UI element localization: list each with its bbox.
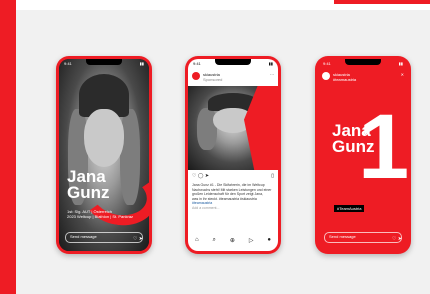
story-info: 1st: Slg. AUT | Österreich 2023 Weltcup … (67, 209, 133, 219)
phone-story-photo: 9:41 ▮▮ Jana Gunz 1st: Slg. AUT | Österr… (56, 56, 152, 254)
battery-icon: ▮▮ (268, 61, 273, 66)
post-actions: ♡ ◯ ➤ ▯ (192, 173, 274, 181)
reply-input[interactable]: Send message (324, 232, 402, 243)
status-time: 9:41 (323, 61, 331, 66)
athlete-last-name: Gunz (332, 137, 375, 156)
info-line-2: 2023 Weltcup | Biathlon | St. Pankraz (67, 214, 134, 219)
send-icon[interactable]: ♡ ➤ (133, 236, 143, 242)
battery-icon: ▮▮ (398, 61, 403, 66)
athlete-first-name: Jana (67, 167, 106, 186)
hashtag-sticker[interactable]: #TeamAustria (334, 205, 365, 212)
phone-screen: 9:41 ▮▮ skiaustria #teamaustria ✕ 1 Jana… (318, 59, 408, 251)
status-bar: 9:41 ▮▮ (188, 59, 278, 69)
comment-icon[interactable]: ◯ (198, 173, 204, 179)
phone-story-red: 9:41 ▮▮ skiaustria #teamaustria ✕ 1 Jana… (315, 56, 411, 254)
home-icon[interactable]: ⌂ (195, 237, 199, 247)
profile-icon[interactable]: ● (267, 237, 271, 247)
like-icon[interactable]: ♡ (192, 173, 196, 179)
comment-input[interactable]: Add a comment... (192, 206, 274, 211)
send-icon[interactable]: ♡ ➤ (392, 236, 402, 242)
reels-icon[interactable]: ▷ (249, 237, 254, 247)
status-time: 9:41 (193, 61, 201, 66)
top-accent-strip (334, 0, 430, 4)
reply-input[interactable]: Send message (65, 232, 143, 243)
search-icon[interactable]: ⌕ (213, 237, 216, 247)
athlete-name: Jana Gunz (332, 122, 375, 156)
add-icon[interactable]: ⊕ (230, 237, 235, 247)
phone-feed-post: 9:41 ▮▮ skiaustria Sponsored ··· ♡ ◯ ➤ ▯ (185, 56, 281, 254)
avatar[interactable] (192, 72, 200, 80)
bookmark-icon[interactable]: ▯ (271, 173, 274, 179)
bottom-nav: ⌂ ⌕ ⊕ ▷ ● (188, 237, 278, 247)
share-icon[interactable]: ➤ (205, 173, 209, 179)
athlete-last-name: Gunz (67, 183, 110, 202)
phone-screen: 9:41 ▮▮ skiaustria Sponsored ··· ♡ ◯ ➤ ▯ (188, 59, 278, 251)
story-handle[interactable]: skiaustria #teamaustria (333, 72, 356, 82)
status-bar: 9:41 ▮▮ (318, 59, 408, 69)
post-photo[interactable] (188, 86, 278, 170)
more-icon[interactable]: ··· (270, 72, 274, 77)
status-time: 9:41 (64, 61, 72, 66)
status-bar: 9:41 ▮▮ (59, 59, 149, 69)
close-icon[interactable]: ✕ (401, 72, 404, 77)
avatar[interactable] (322, 72, 330, 80)
post-header: skiaustria Sponsored ··· (192, 71, 274, 83)
post-caption: Jana Gunz #1 - Die Skifahrerin, die im W… (192, 183, 274, 210)
phone-screen: 9:41 ▮▮ Jana Gunz 1st: Slg. AUT | Österr… (59, 59, 149, 251)
post-handle[interactable]: skiaustria Sponsored (203, 72, 222, 82)
left-accent-bar (0, 0, 16, 294)
face (84, 108, 124, 167)
battery-icon: ▮▮ (139, 61, 144, 66)
